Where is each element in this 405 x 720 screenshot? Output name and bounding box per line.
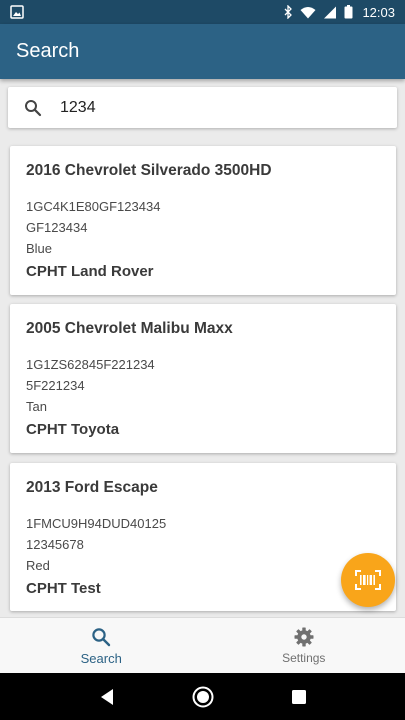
gear-icon [294,627,314,647]
result-card[interactable]: 2013 Ford Escape 1FMCU9H94DUD40125 12345… [10,463,396,611]
bottom-navigation: Search Settings [0,617,405,673]
vehicle-title: 2005 Chevrolet Malibu Maxx [26,320,233,337]
recents-icon[interactable] [291,689,307,705]
home-icon[interactable] [192,686,214,708]
search-icon [92,627,111,646]
vehicle-dealer: CPHT Land Rover [26,263,154,280]
barcode-icon [355,570,381,590]
search-input[interactable] [60,98,360,117]
vehicle-stock-number: 12345678 [26,537,84,552]
battery-icon [344,5,353,19]
vehicle-stock-number: 5F221234 [26,378,85,393]
nav-item-settings[interactable]: Settings [203,618,405,674]
search-icon [25,99,42,116]
nav-label-search: Search [80,650,122,666]
vehicle-stock-number: GF123434 [26,220,88,235]
status-time: 12:03 [362,4,395,20]
vehicle-color: Blue [26,241,53,256]
nav-label-settings: Settings [282,651,326,665]
vehicle-vin: 1GC4K1E80GF123434 [26,199,161,214]
vehicle-title: 2016 Chevrolet Silverado 3500HD [26,162,272,179]
result-card[interactable]: 2005 Chevrolet Malibu Maxx 1G1ZS62845F22… [10,304,396,453]
result-card[interactable]: 2016 Chevrolet Silverado 3500HD 1GC4K1E8… [10,146,396,295]
vehicle-vin: 1FMCU9H94DUD40125 [26,516,167,531]
back-icon[interactable] [99,688,115,706]
vehicle-title: 2013 Ford Escape [26,479,158,496]
vehicle-color: Tan [26,399,47,414]
status-bar: 12:03 [0,0,405,24]
vehicle-dealer: CPHT Test [26,580,101,597]
vehicle-dealer: CPHT Toyota [26,421,120,438]
vehicle-color: Red [26,558,50,573]
gallery-notification-icon [10,5,24,19]
wifi-icon [300,6,316,18]
scan-barcode-button[interactable] [341,553,395,607]
bluetooth-icon [284,5,293,19]
signal-icon [324,6,337,18]
search-box[interactable] [8,87,397,128]
page-title: Search [16,40,80,62]
app-bar: Search [0,24,405,79]
nav-item-search[interactable]: Search [0,618,203,674]
system-navigation-bar [0,673,405,720]
vehicle-vin: 1G1ZS62845F221234 [26,357,155,372]
